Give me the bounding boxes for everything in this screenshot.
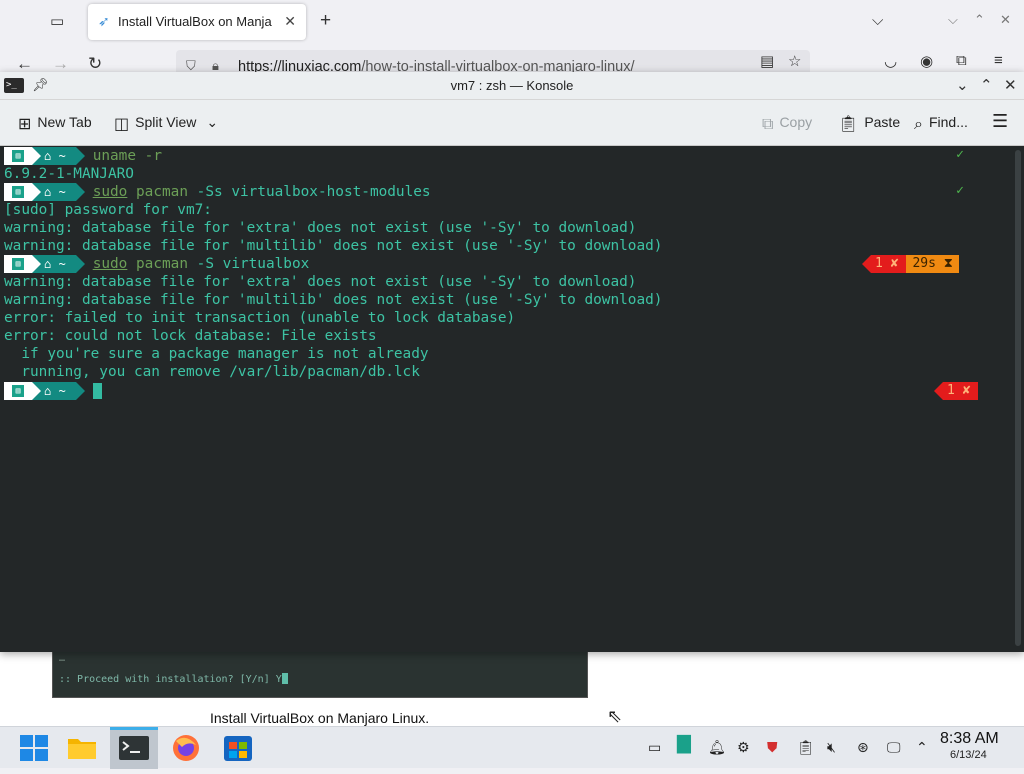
duration-badge: 29s ⧗ [906,255,959,273]
paste-button[interactable]: 📋︎ Paste [838,114,900,134]
success-check-icon: ✓ [956,183,964,198]
command-text: uname -r [92,148,162,164]
scrollbar-thumb[interactable] [1015,150,1021,646]
manjaro-logo-icon: ▥ [12,258,24,270]
search-icon: ⌕ [914,116,923,133]
manjaro-logo-icon: ▥ [12,385,24,397]
output-line: running, you can remove /var/lib/pacman/… [4,364,420,380]
hamburger-menu-icon[interactable]: ☰ [992,111,1008,132]
output-line: if you're sure a package manager is not … [4,346,429,362]
extensions-icon[interactable]: ⧉ [956,52,967,69]
forward-icon[interactable]: → [52,54,69,74]
image-text-line: … [59,653,66,664]
clock-time[interactable]: 8:38 AM [940,730,999,748]
security-shield-icon[interactable]: ⛊ [767,739,778,756]
terminal-scrollbar[interactable] [1012,146,1024,652]
konsole-taskbar-button[interactable] [110,727,158,769]
command-text: sudo pacman -Ss virtualbox-host-modules [92,184,431,200]
konsole-window: >_ 📌︎ vm7 : zsh — Konsole ⌄ ⌃ ✕ ⊞ New Tab… [0,72,1024,652]
tray-expand-icon[interactable]: ⌃ [916,739,928,756]
pocket-icon[interactable]: ◡ [884,52,897,70]
split-view-button[interactable]: ◫ Split View ⌄ [114,114,218,134]
clipboard-icon[interactable]: 📋︎ [797,739,815,756]
exit-code-badge: 1 ✘ [943,382,979,400]
store-icon [224,736,252,761]
notifications-icon[interactable]: 🔔︎ [708,739,726,756]
close-tab-icon[interactable]: ✕ [284,13,296,30]
display-icon[interactable]: 🖵︎ [887,739,901,756]
minimize-icon[interactable]: ⌄ [956,76,969,94]
kde-connect-icon[interactable]: ⚙ [737,739,750,756]
back-icon[interactable]: ← [16,54,33,74]
chevron-down-icon: ⌄ [206,114,219,130]
image-text-line: :: Proceed with installation? [Y/n] Y [59,673,288,685]
article-screenshot-image: … :: Proceed with installation? [Y/n] Y [52,650,588,698]
file-manager-button[interactable] [58,727,106,769]
output-line: warning: database file for 'multilib' do… [4,238,663,254]
manjaro-logo-icon: ▥ [12,186,24,198]
output-line: error: could not lock database: File exi… [4,328,377,344]
new-tab-icon: ⊞ [18,116,32,133]
app-menu-icon[interactable]: ≡ [994,52,1003,69]
command-text: sudo pacman -S virtualbox [92,256,310,272]
folder-icon [68,739,96,759]
output-line: warning: database file for 'multilib' do… [4,292,663,308]
right-prompt-status: 1 ✘ 29s ⧗ [862,255,959,273]
show-desktop-icon[interactable]: ▭ [648,739,661,756]
reader-view-icon[interactable]: ▤ [760,52,774,70]
minimize-icon[interactable]: ⌵ [948,12,958,28]
shell-prompt: ▥ ⌂ ~ sudo pacman -S virtualbox [4,255,309,273]
exit-code-badge: 1 ✘ [871,255,907,273]
copy-button[interactable]: ⧉ Copy [762,114,812,134]
copy-icon: ⧉ [762,116,774,133]
shell-prompt: ▥ ⌂ ~ [4,382,102,400]
browser-tab[interactable]: ➶ Install VirtualBox on Manja ✕ [88,4,306,40]
firefox-icon [173,735,199,761]
close-window-icon[interactable]: ✕ [1000,12,1011,28]
manjaro-settings-icon[interactable]: ▇ [677,733,691,754]
firefox-taskbar-button[interactable] [162,727,210,769]
mouse-pointer-icon: ⇖ [607,706,623,726]
maximize-icon[interactable]: ⌃ [980,76,993,94]
bookmark-star-icon[interactable]: ☆ [788,52,801,70]
list-all-tabs-icon[interactable]: ▭ [50,12,70,32]
image-caption: Install VirtualBox on Manjaro Linux. [210,710,430,726]
maximize-icon[interactable]: ⌃ [974,12,985,28]
right-prompt-status: 1 ✘ [934,382,979,400]
browser-tabbar: ▭ ➶ Install VirtualBox on Manja ✕ + ⌵ ⌵ … [0,0,1024,44]
close-icon[interactable]: ✕ [1004,76,1017,94]
output-line: warning: database file for 'extra' does … [4,274,637,290]
manjaro-logo-icon: ▥ [12,150,24,162]
output-line: warning: database file for 'extra' does … [4,220,637,236]
konsole-toolbar: ⊞ New Tab ◫ Split View ⌄ ⧉ Copy 📋︎ Paste ⌕ Fin… [0,100,1024,146]
reload-icon[interactable]: ↻ [88,54,102,74]
start-menu-icon [20,735,48,761]
taskbar: ▭ ▇ 🔔︎ ⚙ ⛊ 📋︎ 🔇︎ ⊛ 🖵︎ ⌃ 8:38 AM 6/13/24 [0,726,1024,769]
terminal-cursor[interactable] [92,382,102,400]
terminal-area[interactable]: ▥ ⌂ ~ uname -r ✓ 6.9.2-1-MANJARO ▥ ⌂ ~ s… [0,146,1012,652]
output-line: [sudo] password for vm7: [4,202,212,218]
shell-prompt: ▥ ⌂ ~ sudo pacman -Ss virtualbox-host-mo… [4,183,431,201]
konsole-titlebar[interactable]: >_ 📌︎ vm7 : zsh — Konsole ⌄ ⌃ ✕ [0,72,1024,100]
split-view-icon: ◫ [114,116,130,133]
clock-date[interactable]: 6/13/24 [950,749,987,761]
account-icon[interactable]: ◉ [920,52,933,70]
new-tab-icon[interactable]: + [320,10,331,32]
tab-title: Install VirtualBox on Manja [118,14,272,29]
site-favicon-icon: ➶ [98,13,110,29]
software-store-button[interactable] [214,727,262,769]
tab-list-chevron-icon[interactable]: ⌵ [872,12,883,29]
window-title: vm7 : zsh — Konsole [450,78,574,93]
find-button[interactable]: ⌕ Find... [914,114,968,134]
output-line: error: failed to init transaction (unabl… [4,310,516,326]
paste-icon: 📋︎ [838,116,859,133]
volume-muted-icon[interactable]: 🔇︎ [827,739,836,756]
terminal-icon [119,736,149,760]
output-line: 6.9.2-1-MANJARO [4,166,134,182]
network-icon[interactable]: ⊛ [857,739,869,756]
new-tab-button[interactable]: ⊞ New Tab [18,114,92,134]
success-check-icon: ✓ [956,147,964,162]
shell-prompt: ▥ ⌂ ~ uname -r [4,147,162,165]
start-menu-button[interactable] [10,727,58,769]
